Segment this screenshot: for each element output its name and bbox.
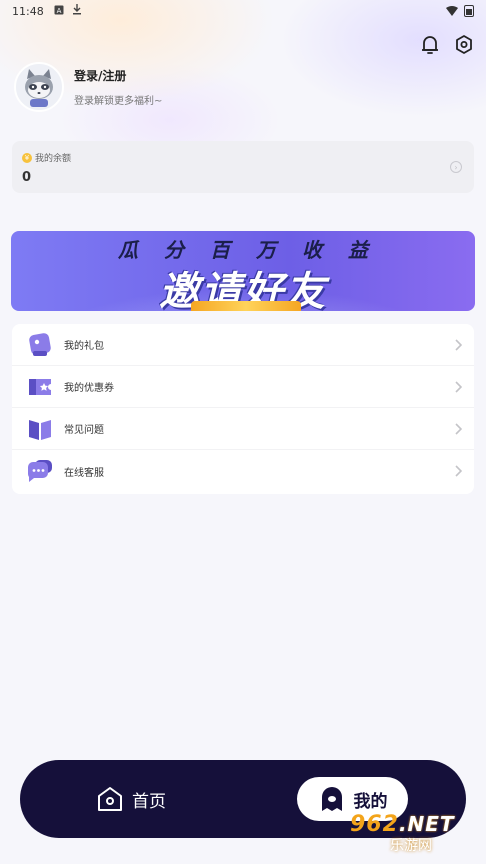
coin-icon: ¥ (22, 152, 32, 163)
balance-card[interactable]: ¥ 我的余额 0 › (12, 141, 474, 193)
bell-icon[interactable] (420, 34, 440, 56)
menu-item-label: 常见问题 (64, 425, 104, 436)
menu-item-label: 在线客服 (64, 467, 104, 479)
profile-section[interactable]: 登录/注册 登录解锁更多福利~ (14, 62, 162, 112)
menu-item-gift[interactable]: 我的礼包 (12, 324, 474, 366)
chevron-right-icon (455, 380, 462, 393)
wifi-icon (446, 6, 458, 16)
book-icon (29, 419, 51, 440)
header-actions (420, 34, 474, 56)
menu-item-label: 我的优惠券 (64, 383, 114, 394)
menu-item-label: 我的礼包 (64, 341, 104, 352)
chat-icon (28, 460, 52, 482)
menu-item-faq[interactable]: 常见问题 (12, 408, 474, 450)
download-icon (72, 4, 82, 18)
balance-label-row: ¥ 我的余额 (22, 151, 464, 164)
battery-icon (464, 5, 474, 17)
status-right (446, 5, 474, 17)
profile-text: 登录/注册 登录解锁更多福利~ (74, 67, 162, 107)
watermark-logo: 962.NET 乐游网 (350, 812, 486, 860)
banner-coins-decoration (191, 301, 301, 311)
watermark-brand: 962.NET (350, 812, 455, 837)
svg-text:A: A (56, 7, 61, 15)
chevron-right-icon (455, 338, 462, 351)
menu-item-support[interactable]: 在线客服 (12, 450, 474, 492)
status-time: 11:48 (12, 4, 44, 18)
ghost-icon (321, 787, 342, 811)
watermark-subtitle: 乐游网 (390, 838, 432, 854)
gift-bag-icon (29, 332, 51, 356)
chevron-right-icon (455, 465, 462, 477)
tab-mine-label: 我的 (353, 791, 388, 812)
balance-value: 0 (22, 170, 32, 185)
avatar[interactable] (14, 62, 64, 112)
tab-home[interactable]: 首页 (96, 785, 166, 813)
invite-banner[interactable]: 瓜分百万收益 邀请好友 (11, 231, 475, 311)
settings-icon[interactable] (454, 34, 474, 56)
chevron-circle-right-icon[interactable]: › (450, 161, 462, 173)
coupon-icon (29, 378, 51, 395)
raccoon-avatar-icon (25, 69, 53, 107)
balance-label: 我的余额 (35, 154, 72, 164)
watermark-suffix: .NET (398, 812, 455, 836)
notification-a-icon: A (54, 5, 64, 18)
home-icon (98, 787, 122, 811)
chevron-right-icon (455, 422, 462, 435)
watermark-number: 962 (350, 812, 399, 837)
menu-card: 我的礼包 我的优惠券 常见问题 在线客服 (12, 324, 474, 494)
status-bar: 11:48 A (0, 0, 486, 22)
menu-item-coupon[interactable]: 我的优惠券 (12, 366, 474, 408)
tab-home-label: 首页 (132, 791, 166, 812)
login-subtitle: 登录解锁更多福利~ (74, 96, 163, 107)
login-title[interactable]: 登录/注册 (74, 67, 162, 84)
